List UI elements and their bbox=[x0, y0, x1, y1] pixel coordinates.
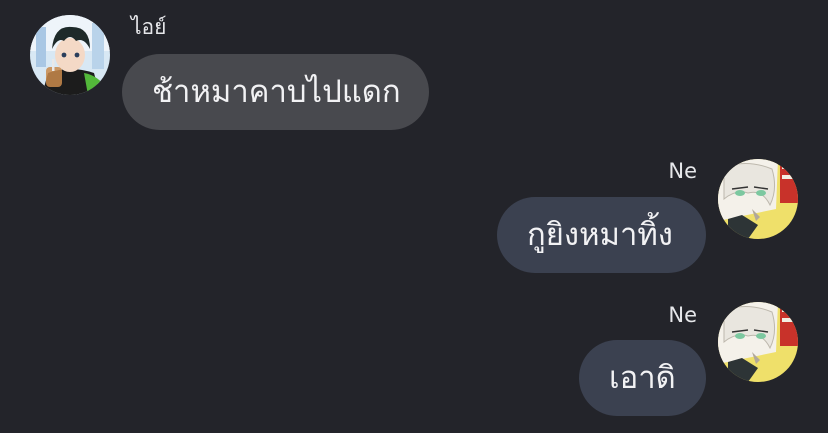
avatar-anime-white-hair-icon bbox=[718, 159, 798, 239]
avatar-anime-boy-icon bbox=[30, 15, 110, 95]
message-bubble-incoming[interactable]: ช้าหมาคาบไปแดก bbox=[122, 54, 429, 130]
sender-avatar[interactable] bbox=[718, 159, 798, 239]
sender-name: ไอย์ bbox=[131, 15, 167, 39]
message-bubble-outgoing[interactable]: กูยิงหมาทิ้ง bbox=[497, 197, 706, 273]
message-bubble-outgoing[interactable]: เอาดิ bbox=[579, 340, 706, 416]
avatar-anime-white-hair-icon bbox=[718, 302, 798, 382]
sender-avatar[interactable] bbox=[30, 15, 110, 95]
sender-name: Ne bbox=[668, 303, 697, 327]
sender-avatar[interactable] bbox=[718, 302, 798, 382]
sender-name: Ne bbox=[668, 159, 697, 183]
chat-thread: ไอย์ ช้าหมาคาบไปแดก Ne กูยิงหมาทิ้ง Ne เ… bbox=[0, 0, 828, 433]
